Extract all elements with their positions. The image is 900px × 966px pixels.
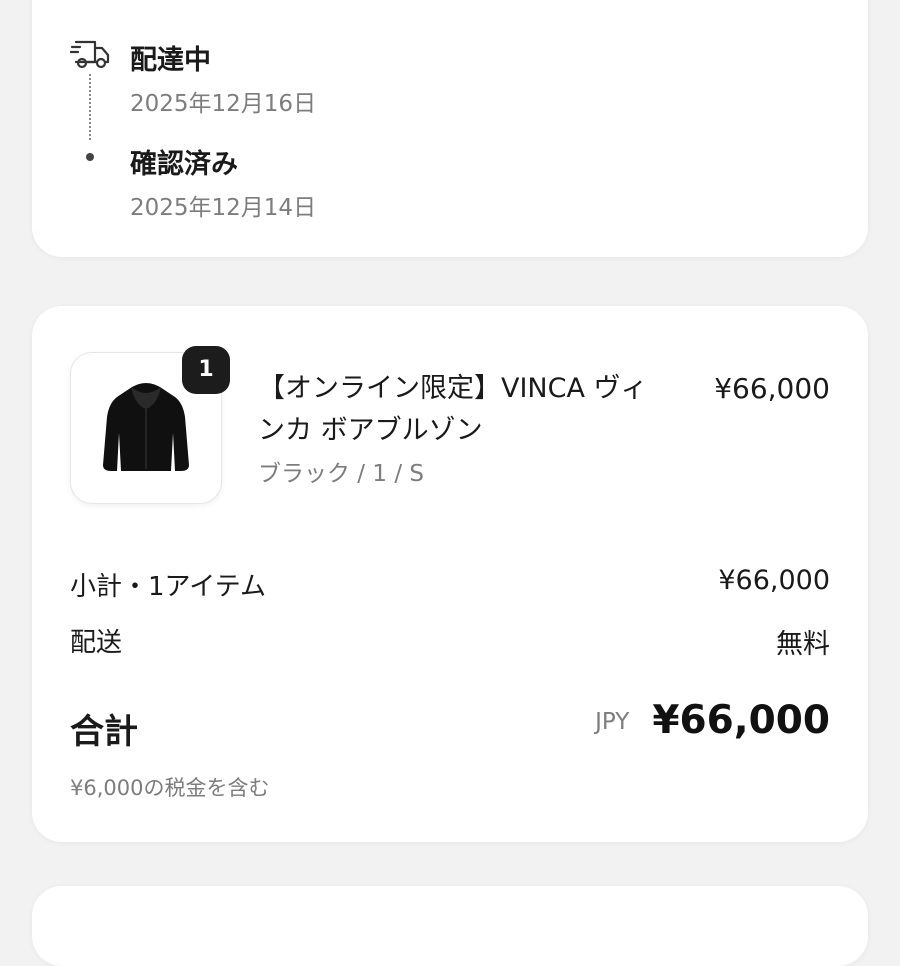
order-status-card: 配達中 2025年12月16日 確認済み 2025年12月14日 [32, 0, 868, 257]
product-price: ¥66,000 [714, 372, 830, 405]
timeline-connector [89, 74, 91, 140]
subtotal-label: 小計・1アイテム [70, 572, 266, 602]
total-amount: JPY ¥66,000 [595, 698, 830, 743]
total-currency: JPY [595, 709, 630, 735]
timeline-date-previous: 2025年12月14日 [130, 195, 317, 221]
timeline-dot [86, 153, 94, 161]
subtotal-value: ¥66,000 [718, 565, 830, 596]
shipping-value: 無料 [776, 629, 830, 660]
timeline-date-current: 2025年12月16日 [130, 91, 317, 117]
tax-note: ¥6,000の税金を含む [70, 776, 270, 800]
delivery-truck-icon [69, 38, 110, 72]
timeline-status-current: 配達中 [130, 45, 211, 76]
product-name[interactable]: 【オンライン限定】VINCA ヴィンカ ボアブルゾン [258, 368, 648, 452]
product-variant: ブラック / 1 / S [258, 461, 424, 487]
quantity-badge: 1 [182, 346, 230, 394]
next-card [32, 886, 868, 966]
total-value: ¥66,000 [652, 698, 830, 743]
order-summary-card: 1 【オンライン限定】VINCA ヴィンカ ボアブルゾン ブラック / 1 / … [32, 306, 868, 842]
timeline-status-previous: 確認済み [130, 149, 238, 180]
total-label: 合計 [70, 712, 138, 752]
shipping-label: 配送 [70, 628, 123, 658]
